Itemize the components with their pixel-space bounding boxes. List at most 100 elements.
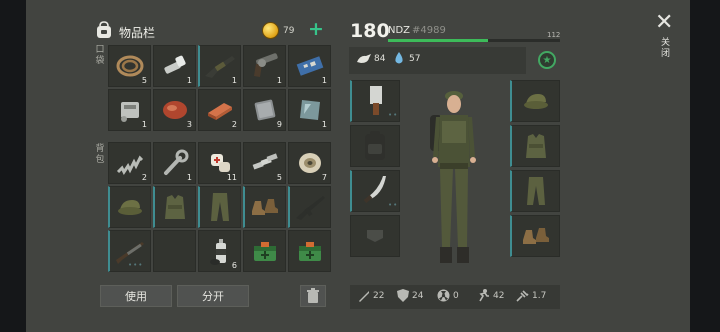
pocket-slot[interactable]: 2: [198, 89, 241, 131]
item-quantity: 1: [321, 76, 327, 85]
item-quantity: 7: [321, 173, 327, 182]
backpack-slot[interactable]: 6: [198, 230, 241, 272]
raw-meat-icon: [162, 101, 187, 119]
backpack-grid: 2 1 11 5 7 ••• 6: [108, 142, 331, 272]
pants-icon: [526, 177, 545, 205]
machete-icon: [363, 176, 386, 204]
wrench-icon: [163, 149, 188, 175]
backpack-slot-empty[interactable]: [153, 230, 196, 272]
pocket-slot[interactable]: 1: [288, 89, 331, 131]
player-name: NDZ: [388, 25, 411, 36]
pocket-slot[interactable]: 3: [153, 89, 196, 131]
backpack-slot[interactable]: 11: [198, 142, 241, 184]
equip-slot-feet[interactable]: [510, 215, 560, 257]
backpack-slot[interactable]: [288, 230, 331, 272]
circuit-board-icon: [296, 56, 323, 76]
pocket-slot[interactable]: 5: [108, 45, 151, 87]
add-coins-button[interactable]: +: [308, 19, 324, 39]
coin-icon: [262, 22, 279, 39]
item-quantity: 2: [231, 120, 237, 129]
speed-icon: [479, 289, 489, 302]
medkit-box-icon: [253, 242, 276, 261]
pocket-slot[interactable]: 1: [243, 45, 286, 87]
player-id: #4989: [412, 25, 446, 36]
flashlight-icon: [163, 55, 186, 74]
backpack-slot[interactable]: [243, 186, 286, 228]
pants-icon: [211, 193, 229, 221]
item-quantity: 5: [276, 173, 282, 182]
pocket-slot[interactable]: 1: [108, 89, 151, 131]
equip-slot-body[interactable]: [510, 125, 560, 167]
equipped-clothing-column: [510, 80, 560, 257]
backpack-slot[interactable]: [288, 186, 331, 228]
speed-value: 42: [493, 291, 505, 301]
attack-icon: [359, 291, 369, 302]
close-label[interactable]: 关闭: [661, 38, 671, 60]
boots-icon: [522, 228, 549, 244]
vest-icon: [525, 134, 546, 158]
steel-plate-icon: [254, 99, 275, 121]
pocket-slot[interactable]: 1: [153, 45, 196, 87]
xp-bar-fill: [388, 39, 488, 42]
backpack-slot[interactable]: 2: [108, 142, 151, 184]
equip-slot-weapon[interactable]: ••: [350, 80, 400, 122]
close-icon[interactable]: ✕: [655, 12, 673, 34]
use-button[interactable]: 使用: [100, 285, 172, 307]
assault-rifle-icon: [296, 196, 325, 220]
backpack-slot[interactable]: 7: [288, 142, 331, 184]
equip-slot-backpack[interactable]: [350, 125, 400, 167]
split-button[interactable]: 分开: [177, 285, 249, 307]
character-level: 180: [350, 20, 390, 42]
backpack-slot[interactable]: 1: [153, 142, 196, 184]
item-quantity: 3: [186, 120, 192, 129]
wire-spool-icon: [298, 153, 321, 173]
cleaver-icon: [369, 86, 382, 115]
equip-slot-head[interactable]: [510, 80, 560, 122]
item-quantity: 1: [231, 76, 237, 85]
pocket-slot[interactable]: 9: [243, 89, 286, 131]
backpack-slot[interactable]: [198, 186, 241, 228]
equip-slot-melee[interactable]: ••: [350, 170, 400, 212]
vest-icon: [165, 195, 185, 219]
defense-icon: [397, 289, 409, 302]
copper-ingot-icon: [207, 103, 232, 120]
backpack-slot[interactable]: [108, 186, 151, 228]
backpack-label: 背包: [95, 144, 105, 165]
hunger-icon: [357, 54, 371, 63]
pocket-placeholder-icon: [367, 230, 383, 242]
left-screen-edge: [0, 0, 26, 332]
equip-slot-legs[interactable]: [510, 170, 560, 212]
pocket-slot[interactable]: 1: [288, 45, 331, 87]
item-quantity: 9: [276, 120, 282, 129]
backpack-slot[interactable]: [153, 186, 196, 228]
item-quantity: 1: [321, 120, 327, 129]
item-durability: ••: [388, 201, 399, 209]
equipped-weapons-column: •• ••: [350, 80, 400, 257]
backpack-slot[interactable]: 5: [243, 142, 286, 184]
glass-pane-icon: [299, 100, 320, 120]
backpack-slot[interactable]: •••: [108, 230, 151, 272]
equip-slot-empty[interactable]: [350, 215, 400, 257]
pockets-grid: 5 1 1 1 1 1 3 2 9 1: [108, 45, 331, 131]
item-quantity: 11: [226, 173, 237, 182]
rope-icon: [116, 55, 143, 77]
camo-cap-icon: [118, 200, 142, 215]
pocket-slot[interactable]: 1: [198, 45, 241, 87]
item-quantity: 1: [186, 173, 192, 182]
weight-icon: [516, 290, 529, 302]
xp-bar: [388, 39, 560, 42]
backpack-slot[interactable]: [243, 230, 286, 272]
trash-button[interactable]: [300, 285, 326, 307]
engine-part-icon: [120, 102, 139, 122]
rank-star-button[interactable]: ★: [538, 51, 556, 69]
item-durability: •••: [128, 261, 144, 269]
trash-icon: [307, 288, 319, 303]
spray-can-icon: [209, 239, 226, 265]
right-screen-edge: [690, 0, 720, 332]
inventory-title: 物品栏: [119, 26, 156, 40]
thirst-value: 57: [409, 54, 421, 64]
camo-cap-icon: [523, 94, 548, 109]
coin-count: 79: [283, 26, 295, 36]
xp-value: 112: [547, 31, 561, 39]
defense-value: 24: [412, 291, 424, 301]
